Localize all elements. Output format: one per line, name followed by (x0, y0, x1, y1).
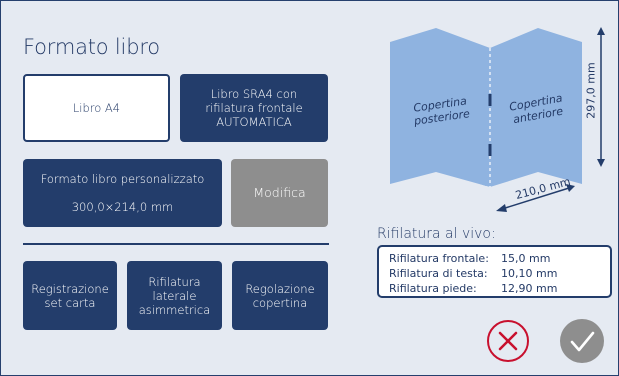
trim-row-label: Rifilatura frontale: (389, 252, 489, 265)
height-arrow-top (597, 27, 605, 35)
width-arrow-left (496, 204, 507, 212)
asym-trim-label: Rifilatura laterale asimmetrica (138, 274, 211, 317)
height-arrow-bottom (597, 159, 605, 167)
format-a4-label: Libro A4 (72, 101, 121, 115)
format-sra4-button[interactable]: Libro SRA4 con rifilatura frontale AUTOM… (180, 74, 328, 142)
edit-button[interactable]: Modifica (231, 159, 328, 227)
section-divider (23, 243, 329, 245)
trim-row-front: Rifilatura frontale: 15,0 mm (389, 251, 600, 266)
trim-row-value: 10,10 mm (501, 267, 558, 280)
spine-mark-top (488, 94, 492, 106)
edit-label: Modifica (253, 185, 306, 200)
paper-set-label: Registrazione set carta (31, 281, 109, 310)
cover-adjust-button[interactable]: Regolazione copertina (232, 261, 328, 330)
screen-frame: Formato libro Libro A4 Libro SRA4 con ri… (0, 0, 619, 376)
check-icon (570, 331, 595, 352)
trim-row-value: 12,90 mm (501, 282, 558, 295)
confirm-button[interactable] (560, 319, 604, 363)
asym-trim-button[interactable]: Rifilatura laterale asimmetrica (127, 261, 222, 330)
custom-format-label: Formato libro personalizzato (40, 172, 205, 186)
trim-row-label: Rifilatura di testa: (389, 267, 488, 280)
format-a4-button[interactable]: Libro A4 (23, 74, 170, 142)
trim-title: Rifilatura al vivo: (377, 226, 496, 242)
close-icon (498, 331, 518, 351)
cover-adjust-label: Regolazione copertina (245, 281, 315, 310)
trim-row-label: Rifilatura piede: (389, 282, 477, 295)
trim-row-foot: Rifilatura piede: 12,90 mm (389, 281, 600, 296)
book-diagram: Copertina posteriore Copertina anteriore… (386, 24, 611, 214)
height-label: 297,0 mm (584, 62, 598, 119)
trim-row-head: Rifilatura di testa: 10,10 mm (389, 266, 600, 281)
trim-info-box: Rifilatura frontale: 15,0 mm Rifilatura … (377, 245, 612, 298)
page-title: Formato libro (23, 35, 160, 59)
paper-set-button[interactable]: Registrazione set carta (23, 261, 117, 330)
format-sra4-label: Libro SRA4 con rifilatura frontale AUTOM… (205, 87, 303, 129)
custom-format-button[interactable]: Formato libro personalizzato 300,0×214,0… (23, 159, 222, 227)
spine-mark-bottom (488, 144, 492, 156)
custom-format-size: 300,0×214,0 mm (71, 200, 174, 214)
trim-row-value: 15,0 mm (501, 252, 551, 265)
cancel-button[interactable] (487, 320, 529, 362)
